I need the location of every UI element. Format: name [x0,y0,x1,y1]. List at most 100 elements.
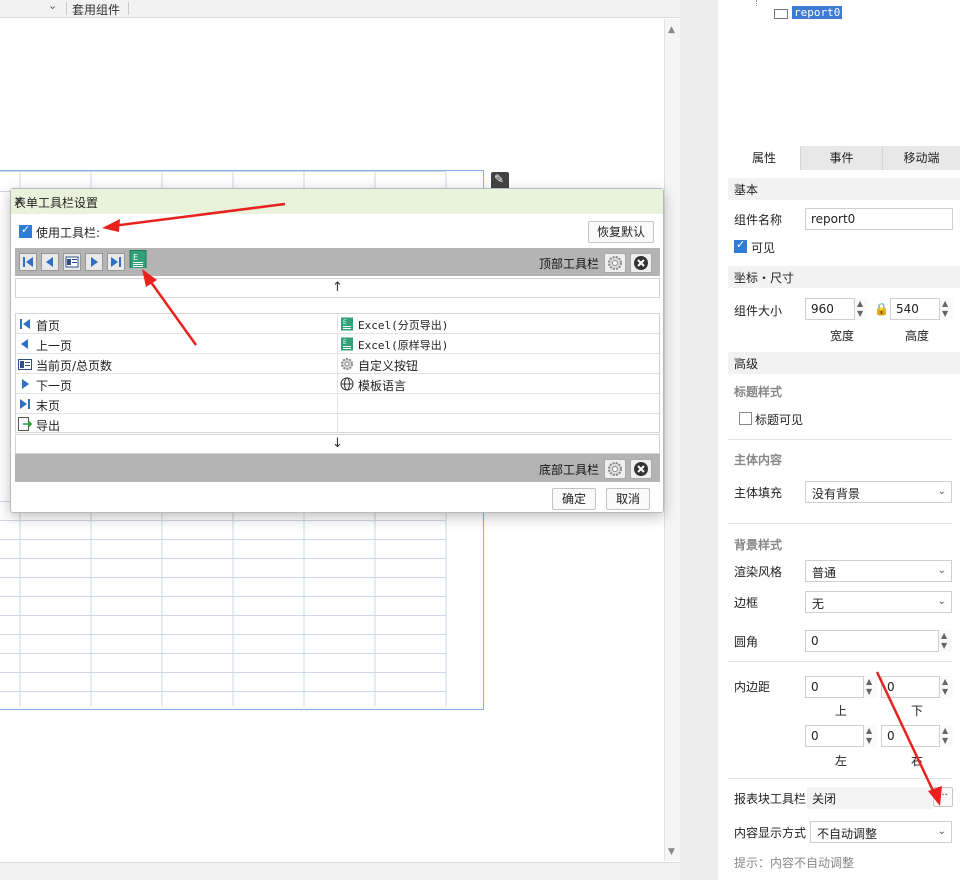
item-label: 模板语言 [358,379,407,393]
item-label: 首页 [36,319,61,333]
section-coords[interactable]: 坐标・尺寸 ▼ [728,266,960,288]
tab-events[interactable]: 事件 [801,146,883,170]
gear-icon [608,462,622,476]
use-toolbar-checkbox[interactable] [19,223,32,238]
list-item-custom-button[interactable]: 自定义按钮 [338,354,658,374]
page-count-icon[interactable] [63,253,81,271]
list-item-next-page[interactable]: 下一页 [16,374,336,394]
render-style-label: 渲染风格 [734,565,783,579]
body-fill-select[interactable]: 没有背景 ⌄ [805,481,952,503]
list-item-last-page[interactable]: 末页 [16,394,336,414]
stepper-arrows[interactable]: ▲ ▼ [854,298,868,320]
size-label: 组件大小 [734,304,783,318]
tree-item-label: report0 [792,6,843,19]
chevron-down-icon: ⌄ [937,596,946,607]
remove-circle-icon [634,256,648,270]
dialog-titlebar: 表单工具栏设置 ✕ [11,189,663,214]
ok-button[interactable]: 确定 [552,488,596,510]
list-item[interactable]: 上一页 E Excel(原样导出) [16,334,661,354]
radius-value: 0 [811,634,819,648]
list-item-first-page[interactable]: 首页 [16,314,336,334]
tab-properties[interactable]: 属性 [728,146,801,170]
toolbar-remove-button[interactable] [630,253,652,273]
padding-right-value: 0 [887,729,895,743]
tab-mobile[interactable]: 移动端 [883,146,960,170]
width-value: 960 [811,302,834,316]
stepper-arrows[interactable]: ▲ ▼ [939,676,953,698]
prev-page-icon[interactable] [41,253,59,271]
excel-icon[interactable]: E [129,250,147,268]
scroll-down-icon[interactable]: ▼ [668,847,675,857]
divider [728,523,952,524]
render-style-select[interactable]: 普通 ⌄ [805,560,952,582]
close-icon[interactable]: ✕ [14,194,655,208]
list-item-export[interactable]: 导出 [16,414,336,434]
title-visible-checkbox[interactable] [739,412,752,425]
visible-label: 可见 [751,241,776,255]
list-item[interactable]: 末页 [16,394,661,414]
restore-default-button[interactable]: 恢复默认 [588,221,654,243]
stepper-arrows[interactable]: ▲ ▼ [863,676,877,698]
list-item-prev-page[interactable]: 上一页 [16,334,336,354]
component-name-input[interactable]: report0 [805,208,953,230]
content-display-value: 不自动调整 [817,827,878,841]
cancel-button[interactable]: 取消 [606,488,650,510]
next-page-icon[interactable] [85,253,103,271]
toolbar-remove-button[interactable] [630,459,652,479]
padding-top-stepper[interactable]: 0 ▲ ▼ [805,676,877,698]
report-toolbar-edit-button[interactable]: ··· [933,787,953,807]
section-basic[interactable]: 基本 ▼ [728,178,960,200]
move-up-button[interactable]: ↑ [15,278,660,298]
first-page-icon[interactable] [19,253,37,271]
bottom-toolbar-strip[interactable]: 底部工具栏 [15,454,660,482]
stepper-arrows[interactable]: ▲ ▼ [938,630,952,652]
gear-icon [608,256,622,270]
divider [728,439,952,440]
stepper-arrows[interactable]: ▲ ▼ [939,725,953,747]
border-value: 无 [812,597,825,611]
next-page-icon [22,379,29,389]
first-page-icon [20,319,30,329]
report-toolbar-value: 关闭 [807,787,932,809]
tree-connector [756,0,757,6]
panel-gutter [680,0,718,880]
list-item[interactable]: 首页 E Excel(分页导出) [16,314,661,334]
horizontal-scrollbar[interactable] [0,862,680,880]
top-toolbar-strip[interactable]: E 顶部工具栏 [15,248,660,276]
visible-checkbox[interactable] [734,238,747,253]
height-value: 540 [896,302,919,316]
height-stepper[interactable]: 540 ▲ ▼ [890,298,953,320]
border-select[interactable]: 无 ⌄ [805,591,952,613]
lock-icon[interactable]: 🔒 [874,302,889,316]
stepper-arrows[interactable]: ▲ ▼ [939,298,953,320]
list-item-template-language[interactable]: 模板语言 [338,374,658,394]
vertical-scrollbar[interactable]: ▲ ▼ [664,19,680,861]
content-display-select[interactable]: 不自动调整 ⌄ [810,821,952,843]
list-item[interactable]: 当前页/总页数 自定义按钮 [16,354,661,374]
list-item-excel-paged[interactable]: E Excel(分页导出) [338,314,658,334]
width-stepper[interactable]: 960 ▲ ▼ [805,298,868,320]
scroll-up-icon[interactable]: ▲ [668,25,675,35]
toolbar-settings-button[interactable] [604,459,626,479]
last-page-icon[interactable] [107,253,125,271]
list-item-excel-original[interactable]: E Excel(原样导出) [338,334,658,354]
chevron-down-icon: ⌄ [937,565,946,576]
list-item[interactable]: 下一页 模板语言 [16,374,661,394]
form-toolbar-settings-dialog: 表单工具栏设置 ✕ 使用工具栏: 恢复默认 E 顶部工具栏 ↑ 首页 E [10,188,664,513]
move-down-button[interactable]: ↓ [15,434,660,454]
stepper-arrows[interactable]: ▲ ▼ [863,725,877,747]
list-item[interactable]: 导出 [16,414,661,434]
component-set-button[interactable]: 套用组件 [72,1,120,18]
item-label: Excel(原样导出) [358,339,449,352]
padding-right-stepper[interactable]: 0 ▲ ▼ [881,725,953,747]
toolbar-settings-button[interactable] [604,253,626,273]
radius-stepper[interactable]: 0 ▲ ▼ [805,630,952,652]
chevron-down-icon[interactable]: ⌄ [48,0,57,12]
last-page-icon [20,399,30,409]
section-advanced[interactable]: 高级 ▼ [728,352,960,374]
item-label: 导出 [36,419,61,433]
list-item-page-count[interactable]: 当前页/总页数 [16,354,336,374]
padding-bottom-stepper[interactable]: 0 ▲ ▼ [881,676,953,698]
padding-left-stepper[interactable]: 0 ▲ ▼ [805,725,877,747]
excel-icon: E [341,337,353,351]
